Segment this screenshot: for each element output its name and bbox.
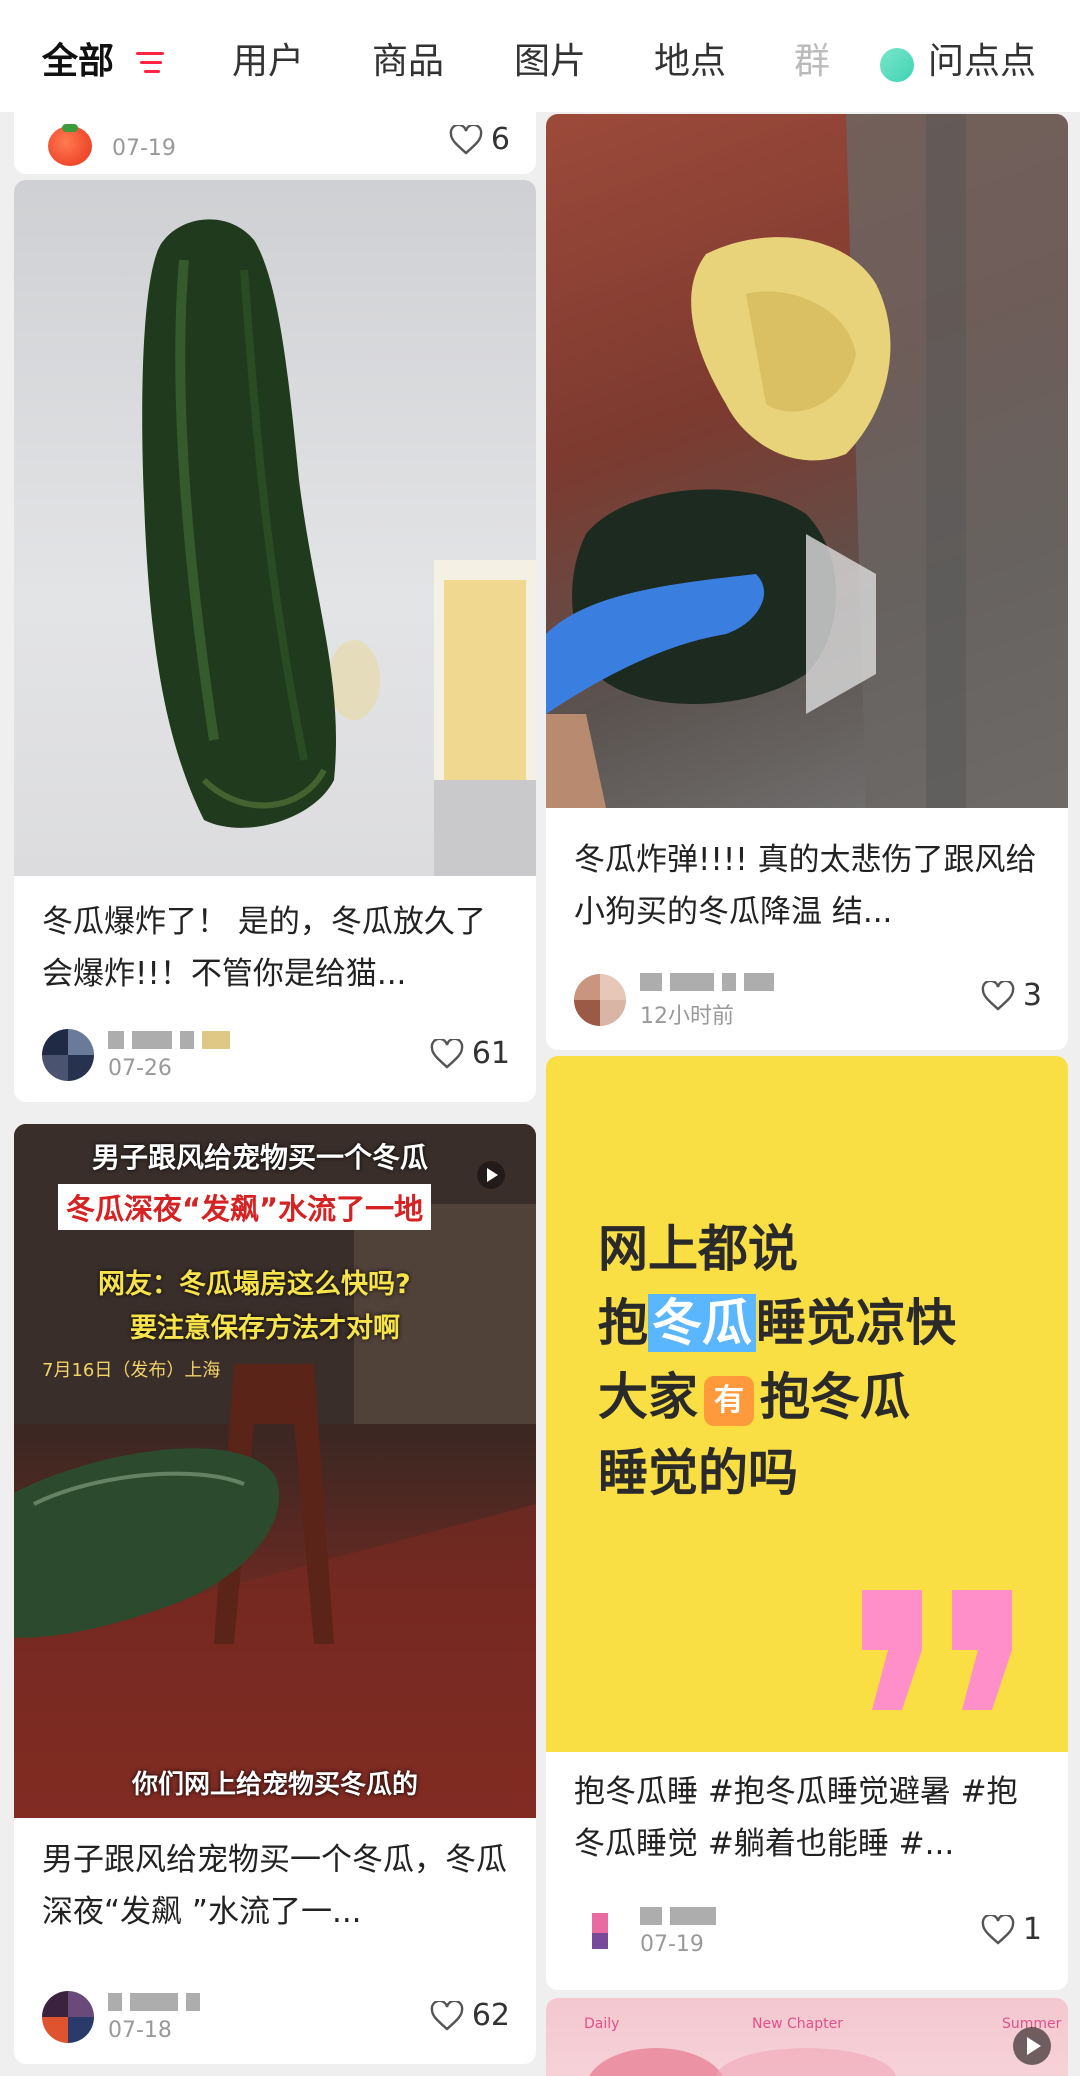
author-name-blurred — [108, 1990, 200, 2014]
like-button[interactable]: 3 — [981, 978, 1042, 1013]
post-date: 07-19 — [112, 135, 176, 161]
like-button[interactable]: 6 — [449, 122, 510, 157]
post-date: 07-26 — [108, 1056, 172, 1081]
like-count: 3 — [1022, 978, 1042, 1013]
post-image[interactable]: 网上都说 抱冬瓜睡觉凉快 大家有抱冬瓜 睡觉的吗 — [546, 1056, 1068, 1752]
feed-card[interactable]: 网上都说 抱冬瓜睡觉凉快 大家有抱冬瓜 睡觉的吗 抱冬瓜睡 #抱冬瓜睡觉避暑 #… — [546, 1056, 1068, 1990]
image-text-segment: 睡觉凉快 — [756, 1294, 956, 1352]
post-image[interactable]: Daily New Chapter Summer — [546, 1998, 1068, 2076]
avatar[interactable] — [574, 974, 626, 1026]
image-text-segment: 大家 — [598, 1368, 698, 1426]
heart-icon — [430, 2000, 464, 2031]
image-text-line: 大家有抱冬瓜 — [598, 1364, 910, 1430]
feed-card[interactable]: Daily New Chapter Summer — [546, 1998, 1068, 2076]
video-overlay-source: 7月16日（发布）上海 — [42, 1360, 221, 1381]
post-image[interactable] — [14, 180, 536, 876]
avatar[interactable] — [42, 1990, 94, 2043]
post-date: 07-18 — [108, 2018, 172, 2043]
post-title[interactable]: 冬瓜炸弹!!!! 真的太悲伤了跟风给小狗买的冬瓜降温 结... — [574, 834, 1044, 938]
author-name-blurred — [640, 970, 774, 994]
heart-icon — [981, 1914, 1015, 1945]
ask-assistant-icon[interactable] — [880, 48, 914, 82]
image-text-segment: 抱冬瓜 — [760, 1368, 910, 1426]
highlighted-box: 有 — [704, 1375, 754, 1426]
video-overlay-caption: 你们网上给宠物买冬瓜的 — [132, 1770, 419, 1800]
like-button[interactable]: 62 — [430, 1998, 510, 2033]
video-overlay-line: 男子跟风给宠物买一个冬瓜 — [92, 1141, 429, 1174]
image-text-line: 网上都说 — [598, 1220, 798, 1278]
feed-card[interactable]: 07-19 6 — [14, 82, 536, 174]
feed-card[interactable]: 冬瓜炸弹!!!! 真的太悲伤了跟风给小狗买的冬瓜降温 结... 12小时前 3 — [546, 114, 1068, 1050]
video-overlay-line: 网友：冬瓜塌房这么快吗? — [98, 1269, 411, 1300]
tab-users[interactable]: 用户 — [232, 36, 304, 88]
tab-all[interactable]: 全部 — [42, 36, 114, 88]
image-text-segment: 抱 — [598, 1294, 648, 1352]
image-text-line: 睡觉的吗 — [598, 1444, 798, 1502]
post-date: 12小时前 — [640, 1004, 734, 1029]
like-count: 1 — [1022, 1912, 1042, 1947]
cucumber-photo-icon — [142, 219, 536, 876]
like-button[interactable]: 1 — [981, 1912, 1042, 1947]
like-count: 62 — [471, 1998, 510, 2033]
author-name-blurred — [640, 1904, 716, 1928]
tab-products[interactable]: 商品 — [372, 36, 444, 88]
heart-icon — [430, 1038, 464, 1069]
like-count: 61 — [471, 1036, 510, 1071]
author-name-blurred — [108, 1028, 230, 1052]
like-button[interactable]: 61 — [430, 1036, 510, 1071]
heart-icon — [981, 980, 1015, 1011]
avatar[interactable] — [574, 1904, 626, 1957]
feed-card[interactable]: 男子跟风给宠物买一个冬瓜 冬瓜深夜“发飙”水流了一地 网友：冬瓜塌房这么快吗? … — [14, 1124, 536, 2064]
post-title[interactable]: 冬瓜爆炸了！ 是的，冬瓜放久了会爆炸!!！不管你是给猫... — [42, 896, 512, 1000]
tab-ask[interactable]: 问点点 — [928, 36, 1036, 88]
heart-icon — [449, 124, 483, 155]
filter-icon[interactable] — [134, 50, 166, 76]
post-title[interactable]: 抱冬瓜睡 #抱冬瓜睡觉避暑 #抱冬瓜睡觉 #躺着也能睡 #... — [574, 1766, 1044, 1870]
image-text-line: 抱冬瓜睡觉凉快 — [598, 1290, 956, 1356]
like-count: 6 — [490, 122, 510, 157]
video-overlay-line: 冬瓜深夜“发飙”水流了一地 — [58, 1184, 432, 1230]
post-title[interactable]: 男子跟风给宠物买一个冬瓜，冬瓜深夜“发飙 ”水流了一... — [42, 1834, 512, 1938]
feed-card[interactable]: 冬瓜爆炸了！ 是的，冬瓜放久了会爆炸!!！不管你是给猫... 07-26 61 — [14, 180, 536, 1102]
post-date: 07-19 — [640, 1932, 704, 1957]
toy-photo-icon — [589, 2048, 896, 2076]
highlighted-keyword: 冬瓜 — [648, 1294, 756, 1352]
play-icon[interactable] — [476, 1160, 506, 1190]
play-icon[interactable] — [1012, 2026, 1052, 2066]
post-image[interactable]: 男子跟风给宠物买一个冬瓜 冬瓜深夜“发飙”水流了一地 网友：冬瓜塌房这么快吗? … — [14, 1124, 536, 1818]
tab-images[interactable]: 图片 — [514, 36, 586, 88]
smashed-melon-photo-icon — [546, 114, 1068, 808]
quote-mark-icon — [862, 1590, 1012, 1710]
avatar[interactable] — [42, 118, 98, 174]
tab-places[interactable]: 地点 — [654, 36, 726, 88]
post-image[interactable] — [546, 114, 1068, 808]
video-overlay-line: 要注意保存方法才对啊 — [130, 1313, 400, 1344]
avatar[interactable] — [42, 1028, 94, 1081]
